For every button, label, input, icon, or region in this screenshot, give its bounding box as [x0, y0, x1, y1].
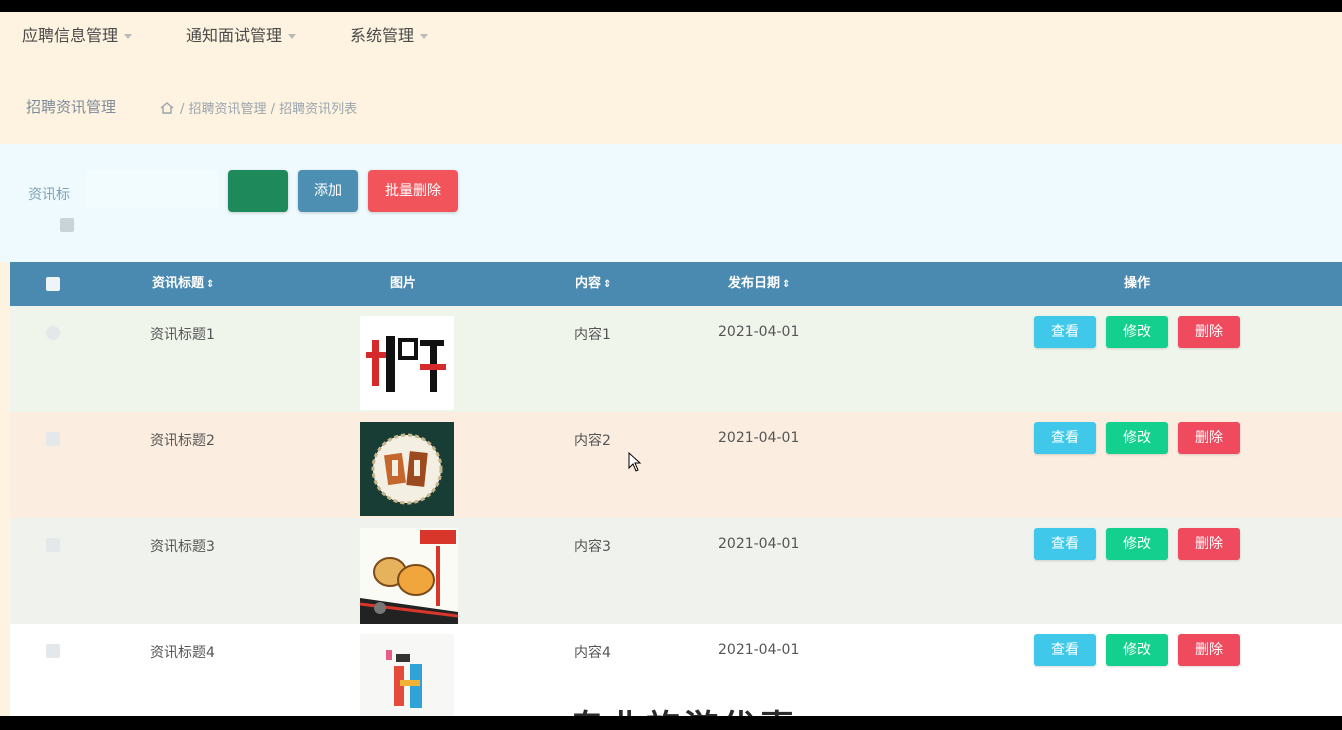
menu-label: 系统管理 [350, 26, 415, 45]
home-icon[interactable] [160, 102, 174, 114]
column-header-content[interactable]: 内容 ⇕ [575, 275, 611, 293]
sort-icon: ⇕ [782, 279, 791, 290]
view-button[interactable]: 查看 [1034, 634, 1096, 666]
search-input[interactable] [86, 170, 218, 208]
app-window: 应聘信息管理 通知面试管理 系统管理 招聘资讯管理 / 招聘资讯管理 / 招聘资… [0, 12, 1342, 716]
view-button[interactable]: 查看 [1034, 528, 1096, 560]
row-image [360, 422, 454, 516]
row-checkbox[interactable] [46, 538, 60, 552]
row-date: 2021-04-01 [718, 536, 800, 552]
sort-icon: ⇕ [603, 279, 612, 290]
mouse-cursor-icon [628, 451, 642, 472]
table-row: 资讯标题2 内容2 2021-04-01 查看 修改 删除 [10, 412, 1342, 518]
table-row: 资讯标题3 内容3 2021-04-01 查看 修改 删除 [10, 518, 1342, 626]
search-button[interactable] [228, 170, 288, 212]
row-title: 资讯标题2 [150, 433, 215, 449]
menu-interview-notice[interactable]: 通知面试管理 [186, 24, 297, 48]
row-content: 内容3 [574, 539, 611, 555]
page-title: 招聘资讯管理 [26, 98, 117, 116]
row-image [360, 634, 454, 716]
chevron-down-icon [420, 34, 429, 39]
edit-button[interactable]: 修改 [1106, 422, 1168, 454]
document-icon [60, 218, 74, 232]
table-row: 资讯标题1 内容1 2021-04-01 查看 修改 删除 [10, 306, 1342, 412]
table-header: 资讯标题 ⇕ 图片 内容 ⇕ 发布日期 ⇕ 操作 [10, 262, 1342, 306]
top-navigation: 应聘信息管理 通知面试管理 系统管理 [0, 12, 1342, 72]
row-checkbox[interactable] [46, 644, 60, 658]
column-header-image: 图片 [390, 276, 417, 291]
chevron-down-icon [124, 34, 133, 39]
row-checkbox[interactable] [46, 326, 60, 340]
screen-frame-bottom [0, 716, 1342, 730]
row-image [359, 528, 459, 626]
footer-banner-text: 专业旅游优惠 [570, 700, 798, 716]
chevron-down-icon [288, 34, 297, 39]
sort-icon: ⇕ [206, 279, 215, 290]
breadcrumb: / 招聘资讯管理 / 招聘资讯列表 [160, 98, 357, 117]
delete-button[interactable]: 删除 [1178, 634, 1240, 666]
row-title: 资讯标题1 [150, 327, 215, 343]
batch-delete-button[interactable]: 批量删除 [368, 170, 458, 212]
edit-button[interactable]: 修改 [1106, 634, 1168, 666]
column-header-date[interactable]: 发布日期 ⇕ [728, 275, 790, 293]
edit-button[interactable]: 修改 [1106, 528, 1168, 560]
column-header-actions: 操作 [1124, 276, 1151, 291]
menu-applicant-info[interactable]: 应聘信息管理 [22, 24, 133, 48]
select-all-checkbox[interactable] [46, 277, 60, 291]
view-button[interactable]: 查看 [1034, 316, 1096, 348]
screen-frame-top [0, 0, 1342, 12]
row-title: 资讯标题4 [150, 645, 215, 661]
row-image [360, 316, 454, 410]
row-content: 内容4 [574, 645, 611, 661]
breadcrumb-path: / 招聘资讯管理 / 招聘资讯列表 [180, 102, 358, 117]
delete-button[interactable]: 删除 [1178, 528, 1240, 560]
row-checkbox[interactable] [46, 432, 60, 446]
menu-label: 通知面试管理 [186, 26, 283, 45]
row-content: 内容1 [574, 327, 611, 343]
delete-button[interactable]: 删除 [1178, 422, 1240, 454]
view-button[interactable]: 查看 [1034, 422, 1096, 454]
search-label: 资讯标 [28, 187, 70, 203]
edit-button[interactable]: 修改 [1106, 316, 1168, 348]
add-button[interactable]: 添加 [298, 170, 358, 212]
row-content: 内容2 [574, 433, 611, 449]
row-date: 2021-04-01 [718, 324, 800, 340]
menu-label: 应聘信息管理 [22, 26, 119, 45]
row-date: 2021-04-01 [718, 642, 800, 658]
news-table: 资讯标题 ⇕ 图片 内容 ⇕ 发布日期 ⇕ 操作 资讯标题1 内容1 2021-… [10, 262, 1342, 716]
row-date: 2021-04-01 [718, 430, 800, 446]
column-header-title[interactable]: 资讯标题 ⇕ [152, 275, 214, 293]
menu-system[interactable]: 系统管理 [350, 24, 429, 48]
row-title: 资讯标题3 [150, 539, 215, 555]
delete-button[interactable]: 删除 [1178, 316, 1240, 348]
